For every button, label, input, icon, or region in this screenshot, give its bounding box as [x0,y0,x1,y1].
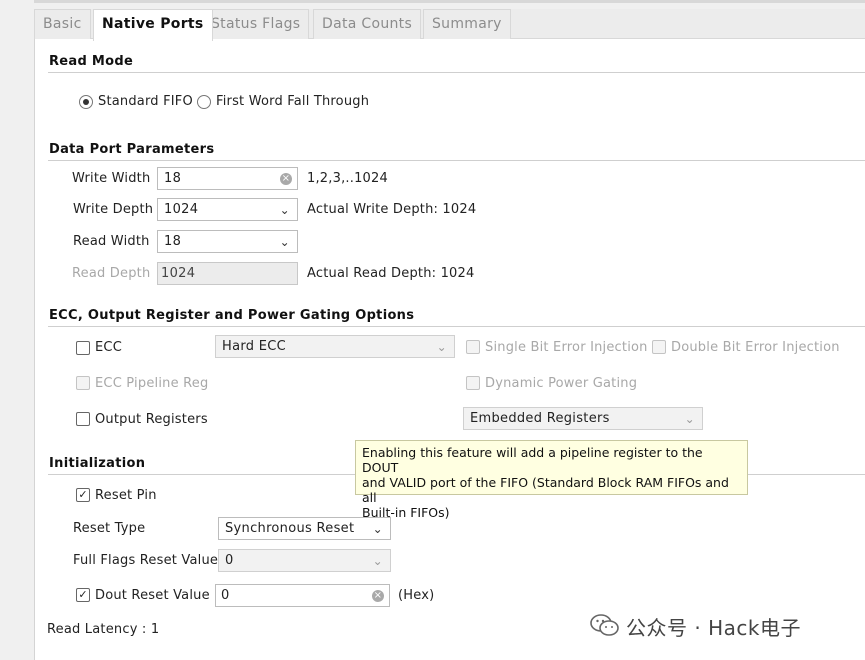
divider [48,72,865,73]
reset-type-value: Synchronous Reset [225,521,355,536]
single-bit-checkbox[interactable] [466,340,480,354]
ecc-section-title: ECC, Output Register and Power Gating Op… [49,308,415,323]
tooltip-line: Enabling this feature will add a pipelin… [362,445,703,475]
reset-type-select[interactable]: Synchronous Reset ⌄ [218,517,391,540]
tooltip-line: Built-in FIFOs) [362,505,450,520]
divider [48,160,865,161]
tab-basic[interactable]: Basic [34,9,91,40]
read-mode-title: Read Mode [49,54,134,69]
chevron-down-icon: ⌄ [684,412,695,426]
standard-fifo-label: Standard FIFO [98,94,193,109]
divider [48,326,865,327]
actual-read-depth: Actual Read Depth: 1024 [307,266,475,281]
watermark-text: 公众号 · Hack电子 [626,616,801,640]
chevron-down-icon: ⌄ [372,522,383,536]
output-registers-value: Embedded Registers [470,411,610,426]
divider [748,474,865,475]
dout-reset-unit: (Hex) [398,588,435,603]
read-depth-value: 1024 [161,266,196,281]
ecc-label: ECC [95,340,122,355]
read-depth-label: Read Depth [72,266,151,281]
full-flags-select[interactable]: 0 ⌄ [218,549,391,572]
write-depth-value: 1024 [164,202,199,217]
dout-reset-value: 0 [221,588,230,603]
output-registers-select[interactable]: Embedded Registers ⌄ [463,407,703,430]
double-bit-label: Double Bit Error Injection [671,340,840,355]
double-bit-checkbox[interactable] [652,340,666,354]
write-width-range: 1,2,3,..1024 [307,171,388,186]
full-flags-label: Full Flags Reset Value [73,553,219,568]
tab-data-counts[interactable]: Data Counts [313,9,422,40]
ecc-pipeline-label: ECC Pipeline Reg [95,376,209,391]
ecc-type-select[interactable]: Hard ECC ⌄ [215,335,455,358]
fwft-radio[interactable] [197,95,211,109]
write-width-value: 18 [164,171,182,186]
chevron-down-icon: ⌄ [436,340,447,354]
ecc-type-value: Hard ECC [222,339,287,354]
write-depth-select[interactable]: 1024 ⌄ [157,198,298,221]
read-width-value: 18 [164,234,182,249]
write-depth-label: Write Depth [73,202,154,217]
fwft-label: First Word Fall Through [216,94,370,109]
read-latency: Read Latency : 1 [47,622,160,637]
chevron-down-icon: ⌄ [279,203,290,217]
initialization-title: Initialization [49,456,146,471]
data-port-title: Data Port Parameters [49,142,215,157]
tab-native-ports[interactable]: Native Ports [93,9,213,41]
chevron-down-icon: ⌄ [279,235,290,249]
reset-type-label: Reset Type [73,521,146,536]
tooltip-line: and VALID port of the FIFO (Standard Blo… [362,475,729,505]
divider [48,474,355,475]
wechat-icon [590,614,619,636]
read-depth-field: 1024 [157,262,298,285]
single-bit-label: Single Bit Error Injection [485,340,648,355]
ecc-pipeline-checkbox[interactable] [76,376,90,390]
dout-reset-input[interactable]: 0 × [215,584,390,607]
reset-pin-label: Reset Pin [95,488,157,503]
ecc-checkbox[interactable] [76,341,90,355]
output-registers-label: Output Registers [95,412,208,427]
dynamic-power-checkbox[interactable] [466,376,480,390]
top-border [34,0,865,3]
standard-fifo-radio[interactable] [79,95,93,109]
tab-status-flags[interactable]: Status Flags [202,9,310,40]
read-width-select[interactable]: 18 ⌄ [157,230,298,253]
actual-write-depth: Actual Write Depth: 1024 [307,202,477,217]
chevron-down-icon: ⌄ [372,554,383,568]
tab-summary[interactable]: Summary [423,9,511,40]
full-flags-value: 0 [225,553,234,568]
reset-pin-checkbox[interactable]: ✓ [76,488,90,502]
output-registers-checkbox[interactable] [76,412,90,426]
clear-icon[interactable]: × [372,590,384,602]
read-width-label: Read Width [73,234,150,249]
dout-reset-label: Dout Reset Value [95,588,210,603]
write-width-input[interactable]: 18 × [157,167,298,190]
dout-reset-checkbox[interactable]: ✓ [76,588,90,602]
write-width-label: Write Width [72,171,151,186]
clear-icon[interactable]: × [280,173,292,185]
dynamic-power-label: Dynamic Power Gating [485,376,638,391]
tooltip: Enabling this feature will add a pipelin… [355,440,748,520]
